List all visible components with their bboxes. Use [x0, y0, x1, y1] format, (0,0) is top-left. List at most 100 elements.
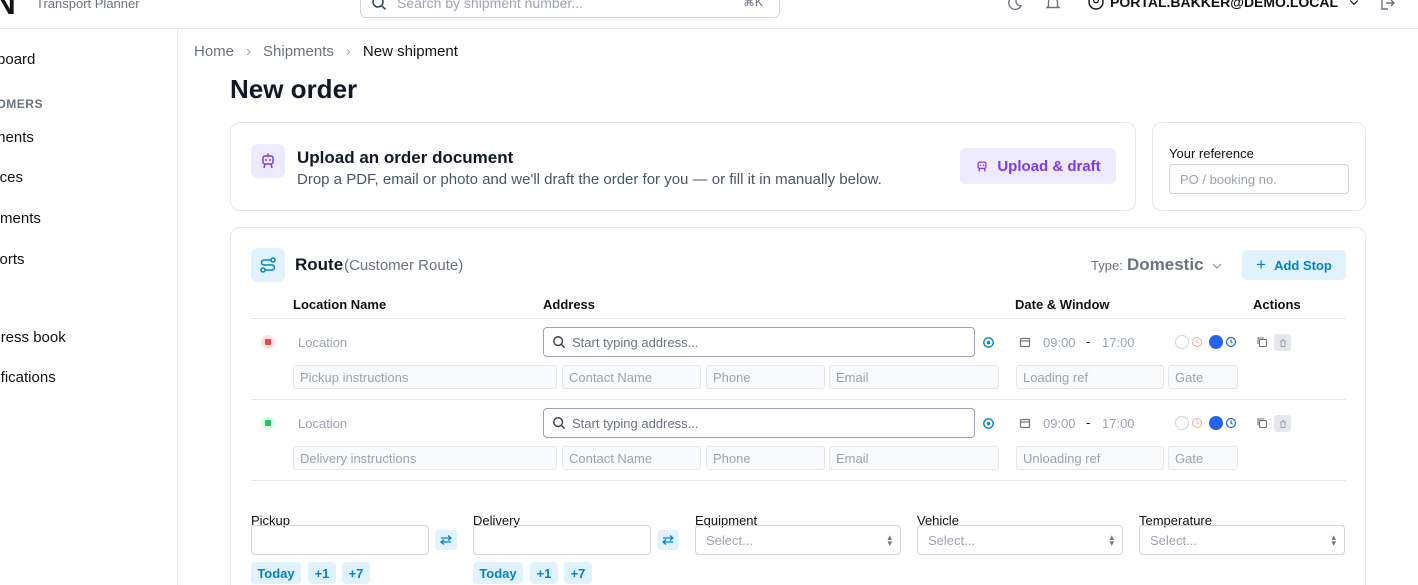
radio-off-icon[interactable] — [1175, 416, 1189, 430]
address-input[interactable]: Start typing address... — [543, 408, 975, 438]
time-from-input[interactable]: 09:00 — [1043, 416, 1076, 431]
gate-input[interactable]: Gate — [1168, 446, 1238, 470]
bell-icon[interactable] — [1044, 0, 1062, 12]
breadcrumb: Home › Shipments › New shipment — [194, 43, 458, 60]
upload-title: Upload an order document — [297, 148, 514, 167]
time-to-input[interactable]: 17:00 — [1102, 416, 1135, 431]
user-icon — [1088, 0, 1104, 10]
pickup-today-chip[interactable]: Today — [251, 562, 301, 584]
delivery-plus1-chip[interactable]: +1 — [530, 562, 558, 584]
time-separator: - — [1086, 415, 1091, 430]
sidebar-item-notifications[interactable]: Notifications — [0, 369, 56, 386]
route-type-select[interactable]: Domestic — [1127, 255, 1204, 275]
robot-icon — [977, 161, 987, 172]
instructions-input[interactable]: Pickup instructions — [293, 365, 557, 389]
column-date-window: Date & Window — [1015, 297, 1110, 312]
upload-draft-button[interactable]: Upload & draft — [960, 148, 1116, 184]
search-icon — [553, 336, 566, 349]
phone-input[interactable]: Phone — [706, 365, 825, 389]
clock-off-icon[interactable] — [1191, 336, 1203, 348]
email-input[interactable]: Email — [829, 365, 999, 389]
divider — [251, 399, 1346, 400]
locate-icon[interactable] — [981, 335, 996, 350]
reference-input[interactable] — [1169, 164, 1349, 194]
locate-icon[interactable] — [981, 416, 996, 431]
address-input[interactable]: Start typing address... — [543, 327, 975, 357]
route-type-label: Type: — [1091, 258, 1123, 273]
pickup-date-input[interactable] — [251, 525, 429, 555]
clock-icon[interactable] — [1225, 417, 1237, 429]
pickup-marker-icon — [261, 335, 275, 349]
calendar-icon[interactable] — [1019, 417, 1031, 429]
sidebar-item-address-book[interactable]: Address book — [0, 329, 66, 346]
contact-name-input[interactable]: Contact Name — [562, 446, 701, 470]
gate-input[interactable]: Gate — [1168, 365, 1238, 389]
delivery-date-input[interactable] — [473, 525, 651, 555]
swap-icon[interactable] — [657, 530, 679, 550]
time-to-input[interactable]: 17:00 — [1102, 335, 1135, 350]
route-card: Route (Customer Route) Type: Domestic + … — [230, 227, 1366, 585]
reference-input[interactable]: Unloading ref — [1016, 446, 1164, 470]
sidebar-item-documents[interactable]: Documents — [0, 210, 41, 227]
address-placeholder: Start typing address... — [572, 334, 699, 350]
sidebar-item-shipments[interactable]: Shipments — [0, 129, 34, 146]
clock-icon[interactable] — [1225, 336, 1237, 348]
pickup-plus1-chip[interactable]: +1 — [308, 562, 336, 584]
chevron-updown-icon: ▴ ▾ — [1331, 532, 1336, 548]
location-input[interactable]: Location — [298, 335, 347, 350]
logout-icon[interactable] — [1378, 0, 1396, 12]
sidebar-item-reports[interactable]: Reports — [0, 251, 25, 268]
breadcrumb-shipments[interactable]: Shipments — [263, 43, 334, 60]
app-logo[interactable]: N — [0, 0, 16, 22]
vehicle-select[interactable]: Select... ▴ ▾ — [917, 525, 1123, 555]
time-from-input[interactable]: 09:00 — [1043, 335, 1076, 350]
breadcrumb-current: New shipment — [362, 43, 458, 60]
moon-icon[interactable] — [1006, 0, 1024, 12]
email-input[interactable]: Email — [829, 446, 999, 470]
page-title: New order — [230, 74, 358, 104]
location-input[interactable]: Location — [298, 416, 347, 431]
delivery-today-chip[interactable]: Today — [473, 562, 523, 584]
trash-icon[interactable] — [1274, 334, 1291, 351]
pickup-plus7-chip[interactable]: +7 — [342, 562, 370, 584]
chevron-updown-icon: ▴ ▾ — [887, 532, 892, 548]
breadcrumb-home[interactable]: Home — [194, 43, 234, 60]
column-address: Address — [543, 297, 596, 312]
reference-input[interactable]: Loading ref — [1016, 365, 1164, 389]
trash-icon[interactable] — [1274, 415, 1291, 432]
equipment-select[interactable]: Select... ▴ ▾ — [695, 525, 901, 555]
phone-input[interactable]: Phone — [706, 446, 825, 470]
radio-off-icon[interactable] — [1175, 335, 1189, 349]
route-subtitle: (Customer Route) — [344, 257, 464, 274]
chevron-updown-icon: ▴ ▾ — [1109, 532, 1114, 548]
user-menu[interactable]: PORTAL.BAKKER@DEMO.LOCAL — [1088, 0, 1360, 10]
reference-label: Your reference — [1169, 146, 1254, 161]
add-stop-button[interactable]: + Add Stop — [1242, 250, 1346, 280]
instructions-input[interactable]: Delivery instructions — [293, 446, 557, 470]
sidebar-item-invoices[interactable]: Invoices — [0, 169, 23, 186]
calendar-icon[interactable] — [1019, 336, 1031, 348]
temperature-select[interactable]: Select... ▴ ▾ — [1139, 525, 1345, 555]
swap-icon[interactable] — [435, 530, 457, 550]
chevron-down-icon[interactable] — [1211, 260, 1223, 272]
search-placeholder: Search by shipment number... — [397, 0, 583, 11]
upload-description: Drop a PDF, email or photo and we'll dra… — [297, 171, 882, 188]
plus-icon: + — [1256, 255, 1267, 274]
radio-on-icon[interactable] — [1209, 335, 1223, 349]
chevron-down-icon — [1349, 0, 1359, 6]
chevron-right-icon: › — [345, 43, 351, 60]
radio-on-icon[interactable] — [1209, 416, 1223, 430]
copy-icon[interactable] — [1256, 336, 1268, 348]
sidebar: Dashboard CUSTOMERS Shipments Invoices D… — [0, 29, 178, 585]
clock-off-icon[interactable] — [1191, 417, 1203, 429]
contact-name-input[interactable]: Contact Name — [562, 365, 701, 389]
upload-draft-label: Upload & draft — [997, 157, 1101, 175]
add-stop-label: Add Stop — [1274, 257, 1332, 273]
app-subtitle: Transport Planner — [36, 0, 140, 11]
temperature-placeholder: Select... — [1150, 532, 1197, 548]
sidebar-item-dashboard[interactable]: Dashboard — [0, 51, 35, 68]
search-input[interactable]: Search by shipment number... ⌘K — [360, 0, 780, 18]
delivery-plus7-chip[interactable]: +7 — [564, 562, 592, 584]
vehicle-placeholder: Select... — [928, 532, 975, 548]
copy-icon[interactable] — [1256, 417, 1268, 429]
